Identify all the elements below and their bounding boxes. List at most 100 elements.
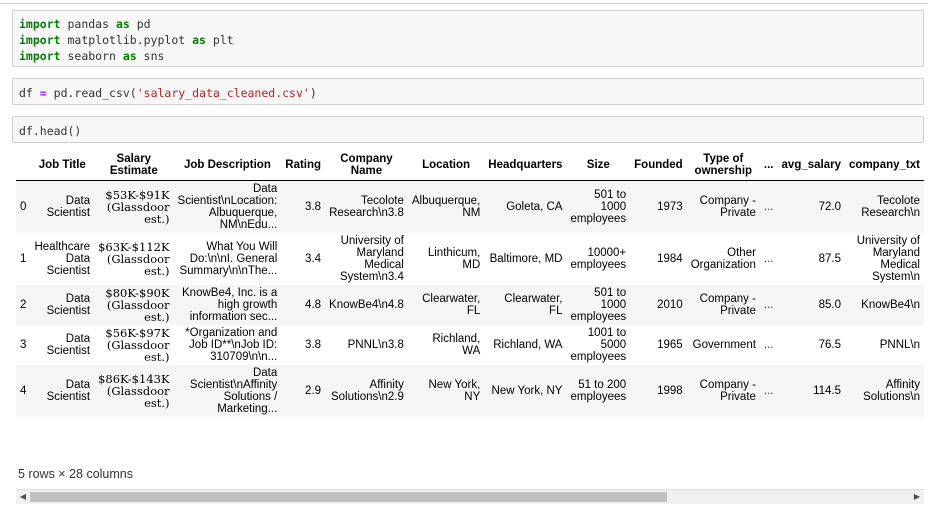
table-cell: Affinity Solutions\n (845, 365, 924, 417)
table-cell: ... (759, 233, 778, 285)
row-index: 4 (16, 365, 31, 417)
table-header-row: Job Title Salary Estimate Job Description R… (16, 150, 924, 181)
table-cell: Richland, WA (407, 325, 485, 365)
shape-text: 5 rows × 28 columns (18, 467, 133, 481)
table-row: 1 Healthcare Data Scientist $63K-$112K (Gl… (16, 233, 924, 285)
table-cell: 501 to 1000 employees (566, 285, 631, 325)
column-header: Type of ownership (686, 150, 760, 181)
code-token: as (192, 33, 206, 47)
code-line: import seaborn as sns (19, 48, 917, 64)
table-cell: ... (759, 365, 778, 417)
table-cell: 4.8 (281, 285, 326, 325)
code-token: import (19, 17, 61, 31)
table-cell: 76.5 (777, 325, 845, 365)
table-cell: University of Maryland Medical System\n3… (325, 233, 408, 285)
table-cell: Data Scientist (30, 180, 95, 233)
code-line: import pandas as pd (19, 16, 917, 32)
table-cell: Data Scientist (30, 325, 95, 365)
code-token: df.head() (19, 124, 82, 138)
table-row: 0 Data Scientist $53K-$91K (Glassdoor est.… (16, 180, 924, 233)
scroll-thumb[interactable] (30, 492, 667, 502)
table-cell: Clearwater, FL (484, 285, 567, 325)
column-header: avg_salary (777, 150, 845, 181)
table-cell: 1998 (630, 365, 687, 417)
table-cell: New York, NY (407, 365, 485, 417)
table-cell: Data Scientist\nLocation: Albuquerque, N… (173, 180, 282, 233)
scroll-right-icon[interactable]: ▶ (911, 491, 923, 503)
table-cell: 10000+ employees (566, 233, 631, 285)
table-cell: $53K-$91K (Glassdoor est.) (94, 180, 174, 233)
table-cell: 2.9 (281, 365, 326, 417)
code-token: as (115, 17, 130, 31)
table-cell: 501 to 1000 employees (566, 180, 631, 233)
table-cell: 114.5 (777, 365, 845, 417)
column-header: Location (407, 150, 485, 181)
table-cell: 1965 (630, 325, 687, 365)
table-cell: What You Will Do:\n\nI. General Summary\… (173, 233, 282, 285)
row-index: 2 (16, 285, 31, 325)
column-header: Rating (281, 150, 326, 181)
dataframe-output: Job Title Salary Estimate Job Description R… (16, 150, 924, 417)
table-cell: Other Organization (686, 233, 760, 285)
code-token: sns (136, 49, 165, 63)
column-header: Size (566, 150, 631, 181)
table-cell: Tecolote Research\n3.8 (325, 180, 408, 233)
table-row: 2 Data Scientist $80K-$90K (Glassdoor est.… (16, 285, 924, 325)
code-token: matplotlib.pyplot (60, 33, 193, 47)
table-cell: Goleta, CA (484, 180, 567, 233)
code-cell-head[interactable]: df.head() (12, 116, 924, 143)
table-cell: Tecolote Research\n (845, 180, 924, 233)
table-cell: Richland, WA (484, 325, 567, 365)
table-cell: $63K-$112K (Glassdoor est.) (94, 233, 174, 285)
table-cell: 1001 to 5000 employees (566, 325, 631, 365)
table-cell: Baltimore, MD (484, 233, 567, 285)
code-token: import (19, 33, 61, 47)
table-cell: New York, NY (484, 365, 567, 417)
table-cell: KnowBe4\n4.8 (325, 285, 408, 325)
table-cell: Affinity Solutions\n2.9 (325, 365, 408, 417)
scroll-left-icon[interactable]: ◀ (17, 491, 29, 503)
code-line: import matplotlib.pyplot as plt (19, 32, 917, 48)
column-header: company_txt (845, 150, 924, 181)
table-cell: Clearwater, FL (407, 285, 485, 325)
row-index: 1 (16, 233, 31, 285)
code-line: df.head() (19, 123, 917, 139)
table-cell: Company - Private (686, 365, 760, 417)
table-cell: ... (759, 285, 778, 325)
code-cell-read-csv[interactable]: df = pd.read_csv('salary_data_cleaned.cs… (12, 78, 924, 105)
table-cell: 85.0 (777, 285, 845, 325)
table-cell: 1984 (630, 233, 687, 285)
code-token: as (122, 49, 137, 63)
row-index: 3 (16, 325, 31, 365)
column-header: Headquarters (484, 150, 567, 181)
table-cell: Albuquerque, NM (407, 180, 485, 233)
code-token: df (19, 86, 40, 100)
table-cell: Data Scientist (30, 365, 95, 417)
horizontal-scrollbar[interactable]: ◀ ▶ (16, 489, 924, 504)
column-header: ... (759, 150, 778, 181)
code-cell-imports[interactable]: import pandas as pd import matplotlib.pyp… (12, 10, 924, 67)
table-cell: Data Scientist\nAffinity Solutions / Mar… (173, 365, 282, 417)
column-header: Founded (630, 150, 687, 181)
table-cell: $86K-$143K (Glassdoor est.) (94, 365, 174, 417)
code-token: seaborn (60, 49, 123, 63)
table-cell: 3.8 (281, 180, 326, 233)
table-cell: Company - Private (686, 285, 760, 325)
code-token: pandas (60, 17, 116, 31)
table-body: 0 Data Scientist $53K-$91K (Glassdoor est.… (16, 180, 924, 417)
table-cell: Healthcare Data Scientist (30, 233, 95, 285)
code-line: df = pd.read_csv('salary_data_cleaned.cs… (19, 85, 917, 101)
table-cell: Government (686, 325, 760, 365)
column-header: Job Description (173, 150, 282, 181)
column-header: Job Title (30, 150, 95, 181)
table-cell: 3.4 (281, 233, 326, 285)
table-cell: 2010 (630, 285, 687, 325)
table-cell: 3.8 (281, 325, 326, 365)
column-header: Salary Estimate (94, 150, 174, 181)
table-cell: Data Scientist (30, 285, 95, 325)
table-cell: ... (759, 180, 778, 233)
code-token: pd (129, 17, 151, 31)
table-cell: $80K-$90K (Glassdoor est.) (94, 285, 174, 325)
row-index: 0 (16, 180, 31, 233)
table-cell: KnowBe4, Inc. is a high growth informati… (173, 285, 282, 325)
